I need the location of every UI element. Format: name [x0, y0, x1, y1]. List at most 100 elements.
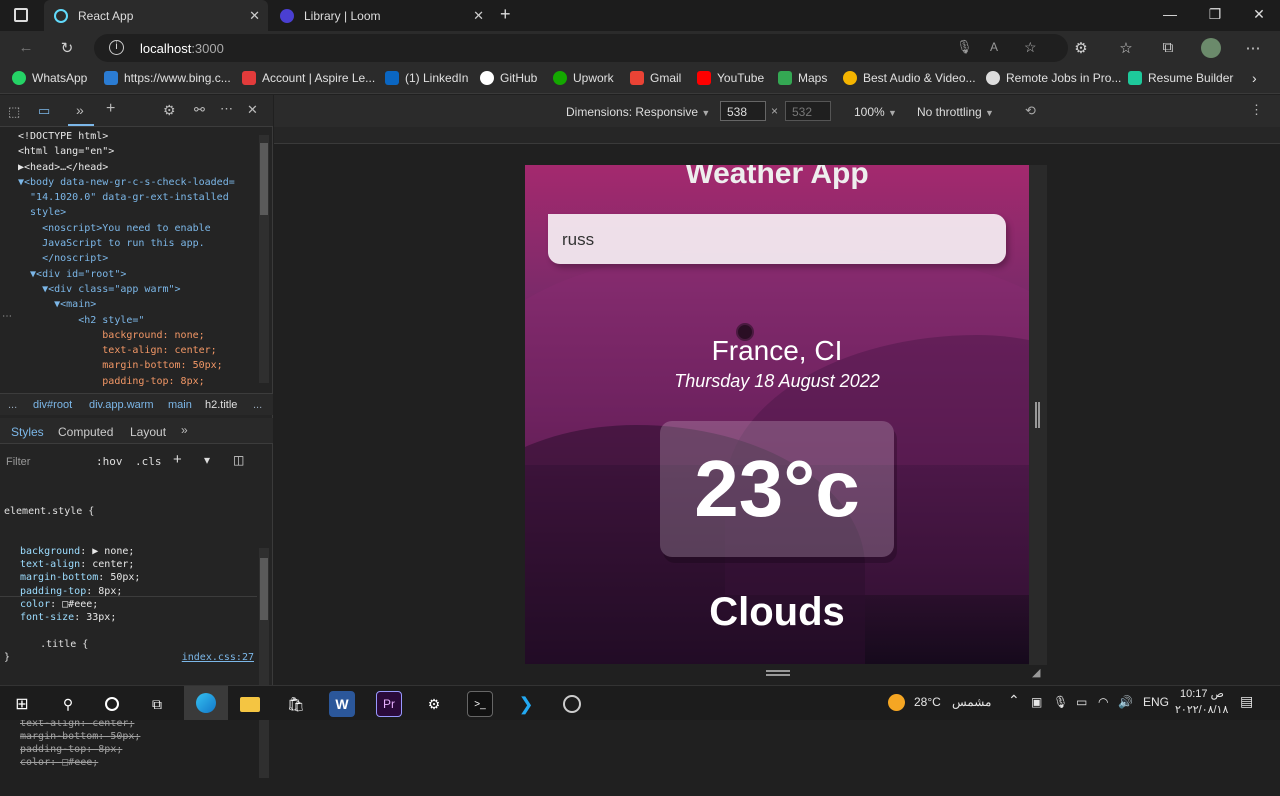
avatar[interactable] — [1201, 38, 1221, 58]
paint-icon[interactable]: ▾ — [204, 453, 210, 467]
clock-date[interactable]: ٢٠٢٢/٠٨/١٨ — [1175, 703, 1228, 716]
bookmark-audio-video[interactable]: Best Audio & Video... — [843, 71, 976, 85]
styles-scrollbar[interactable] — [259, 548, 269, 778]
file-explorer-icon[interactable] — [237, 691, 263, 717]
elements-tree[interactable]: <!DOCTYPE html> <html lang="en"> ▶<head>…<… — [0, 128, 257, 390]
css-declaration[interactable]: text-align: center; — [20, 558, 254, 571]
more-icon[interactable]: ⋯ — [1243, 39, 1263, 57]
weather-label[interactable]: مشمس — [952, 695, 991, 709]
bookmark-linkedin[interactable]: (1) LinkedIn — [385, 71, 468, 85]
dom-node-line[interactable]: ▼<body data-new-gr-c-s-check-loaded= — [18, 175, 235, 190]
bookmark-aspire[interactable]: Account | Aspire Le... — [242, 71, 375, 85]
filter-input[interactable]: Filter — [6, 456, 30, 468]
device-toolbar-icon[interactable]: ▭ — [38, 103, 50, 119]
dimensions-dropdown[interactable]: Dimensions: Responsive ▼ — [566, 105, 710, 119]
windows-start-icon[interactable]: ⊞ — [9, 691, 35, 717]
zoom-dropdown[interactable]: 100% ▼ — [854, 105, 897, 119]
back-icon[interactable]: ← — [16, 39, 36, 56]
bookmark-upwork[interactable]: Upwork — [553, 71, 614, 85]
new-style-rule-icon[interactable]: + — [173, 451, 182, 468]
bookmark-bing[interactable]: https://www.bing.c... — [104, 71, 231, 85]
mic-icon[interactable]: 🎙 — [956, 39, 973, 55]
throttling-dropdown[interactable]: No throttling ▼ — [917, 105, 994, 119]
search-input[interactable]: russ — [548, 214, 1006, 264]
dom-node-line[interactable]: JavaScript to run this app. — [18, 236, 235, 251]
css-declaration[interactable]: margin-bottom: 50px; — [20, 571, 254, 584]
more-tabs-icon[interactable]: » — [181, 423, 188, 437]
favorites-icon[interactable]: ☆ — [1116, 39, 1136, 57]
dom-node-line[interactable]: padding-top: 8px; — [18, 374, 235, 389]
dom-node-line[interactable]: background: none; — [18, 328, 235, 343]
css-declaration[interactable]: padding-top: 8px; — [20, 743, 254, 756]
settings-icon[interactable]: ⚙ — [421, 691, 447, 717]
restore-icon[interactable]: ❐ — [1200, 6, 1230, 23]
info-icon[interactable]: i — [109, 40, 124, 55]
favorite-add-icon[interactable]: ☆ — [1024, 39, 1037, 56]
css-declaration[interactable]: background: ▶ none; — [20, 545, 254, 558]
tab-react-app[interactable]: React App ✕ — [44, 0, 268, 31]
css-declaration[interactable]: color: □#eee; — [20, 756, 254, 769]
bookmark-github[interactable]: GitHub — [480, 71, 537, 85]
extensions-icon[interactable]: ⚙ — [1071, 39, 1091, 57]
vscode-icon[interactable]: ❯ — [513, 691, 539, 717]
rotate-icon[interactable]: ⟲ — [1025, 103, 1036, 119]
dom-node-line[interactable]: </noscript> — [18, 251, 235, 266]
dom-node-line[interactable]: "14.1020.0" data-gr-ext-installed — [18, 190, 235, 205]
dom-node-line[interactable]: style> — [18, 205, 235, 220]
tab-styles[interactable]: Styles — [11, 425, 44, 439]
tab-loom[interactable]: Library | Loom ✕ — [270, 0, 492, 31]
tab-actions-icon[interactable] — [14, 8, 28, 22]
minimize-icon[interactable]: — — [1155, 6, 1185, 22]
new-tab-button[interactable]: + — [500, 4, 511, 25]
search-icon[interactable]: ⚲ — [55, 691, 81, 717]
notifications-icon[interactable]: ▤ — [1240, 693, 1253, 710]
dom-node-line[interactable]: <!DOCTYPE html> — [18, 129, 235, 144]
add-icon[interactable]: + — [106, 100, 115, 118]
connection-icon[interactable]: ⚯ — [194, 102, 205, 118]
resize-handle-right[interactable] — [1035, 402, 1040, 428]
more-tabs-icon[interactable]: » — [76, 102, 84, 118]
elements-scrollbar[interactable] — [259, 135, 269, 383]
bookmark-youtube[interactable]: YouTube — [697, 71, 764, 85]
premiere-icon[interactable]: Pr — [376, 691, 402, 717]
bookmark-gmail[interactable]: Gmail — [630, 71, 681, 85]
close-icon[interactable]: ✕ — [473, 8, 484, 24]
terminal-icon[interactable]: >_ — [467, 691, 493, 717]
dom-node-line[interactable]: <h2 style=" — [18, 313, 235, 328]
obs-icon[interactable] — [559, 691, 585, 717]
dom-node-line[interactable]: ▶<head>…</head> — [18, 160, 235, 175]
network-icon[interactable]: ▭ — [1076, 695, 1087, 709]
dom-node-line[interactable]: <html lang="en"> — [18, 144, 235, 159]
chevron-up-icon[interactable]: ⌃ — [1008, 692, 1020, 709]
task-view-icon[interactable]: ⧉ — [144, 691, 170, 717]
hov-toggle[interactable]: :hov — [96, 455, 123, 468]
store-icon[interactable]: 🛍 — [283, 691, 309, 717]
close-window-icon[interactable]: ✕ — [1244, 6, 1274, 23]
settings-icon[interactable]: ⚙ — [163, 102, 176, 119]
dom-node-line[interactable]: margin-bottom: 50px; — [18, 358, 235, 373]
bookmark-resume-builder[interactable]: Resume Builder — [1128, 71, 1233, 85]
refresh-icon[interactable]: ↻ — [57, 39, 77, 57]
more-options-icon[interactable]: ⋮ — [1250, 102, 1263, 118]
cls-toggle[interactable]: .cls — [135, 455, 162, 468]
resize-corner[interactable]: ◢ — [1032, 666, 1040, 679]
dom-node-line[interactable]: ▼<main> — [18, 297, 235, 312]
width-input[interactable]: 538 — [720, 101, 766, 121]
breadcrumb-app[interactable]: div.app.warm — [89, 399, 154, 411]
clock-time[interactable]: 10:17 ص — [1180, 687, 1224, 700]
media-query-ruler[interactable] — [274, 127, 1280, 144]
wifi-icon[interactable]: ◠ — [1098, 695, 1108, 709]
sidebar-toggle-icon[interactable]: ◫ — [233, 453, 244, 467]
bookmark-maps[interactable]: Maps — [778, 71, 827, 85]
close-devtools-icon[interactable]: ✕ — [247, 102, 258, 118]
css-declaration[interactable]: margin-bottom: 50px; — [20, 730, 254, 743]
breadcrumb-h2[interactable]: h2.title — [205, 399, 237, 411]
more-options-icon[interactable]: ⋯ — [220, 101, 233, 117]
tab-layout[interactable]: Layout — [130, 425, 166, 439]
breadcrumb-item[interactable]: ... — [253, 399, 262, 411]
resize-handle-bottom[interactable] — [766, 670, 790, 676]
edge-icon[interactable] — [184, 686, 228, 720]
tab-computed[interactable]: Computed — [58, 425, 113, 439]
address-bar[interactable]: i localhost:3000 🎙 A ☆ — [94, 34, 1068, 62]
cortana-icon[interactable] — [99, 691, 125, 717]
